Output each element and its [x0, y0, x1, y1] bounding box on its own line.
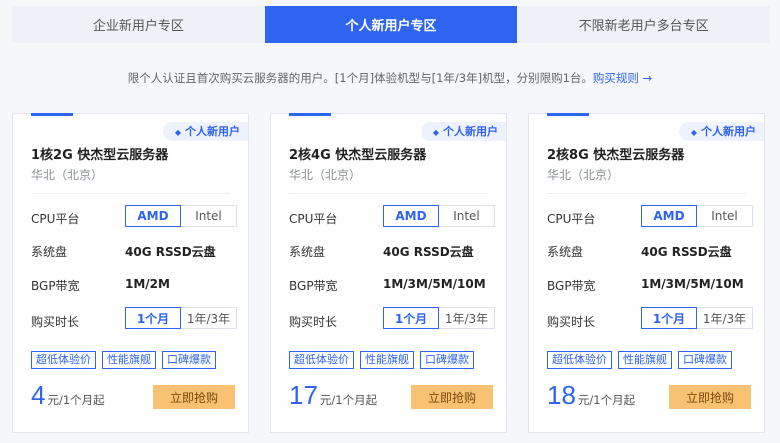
term-option-group: 1个月 1年/3年 [383, 307, 495, 329]
cpu-option-intel[interactable]: Intel [181, 205, 237, 227]
badge-label: 个人新用户 [701, 125, 756, 138]
price-unit: 元/1个月起 [47, 393, 105, 407]
disk-label: 系统盘 [31, 245, 68, 259]
price-unit: 元/1个月起 [319, 393, 378, 407]
term-option-1-month[interactable]: 1个月 [383, 307, 439, 329]
badge-dot-icon: ◆ [690, 128, 697, 137]
cpu-option-intel[interactable]: Intel [697, 205, 753, 227]
product-region: 华北（北京） [289, 168, 362, 182]
disk-value: 40G RSSD云盘 [125, 245, 216, 259]
disk-label: 系统盘 [289, 245, 326, 259]
disk-label: 系统盘 [547, 245, 584, 259]
bandwidth-value: 1M/3M/5M/10M [383, 277, 486, 291]
feature-tags: 超低体验价 性能旗舰 口碑爆款 [31, 351, 216, 369]
product-card: ◆ 个人新用户 2核4G 快杰型云服务器 华北（北京） CPU平台 AMD Int… [270, 113, 507, 433]
product-card: ◆ 个人新用户 1核2G 快杰型云服务器 华北（北京） CPU平台 AMD Int… [12, 113, 249, 433]
purchase-rules-link[interactable]: 购买规则 → [593, 71, 652, 85]
term-option-1-month[interactable]: 1个月 [125, 307, 181, 329]
badge-dot-icon: ◆ [174, 128, 181, 137]
tag-performance: 性能旗舰 [102, 351, 156, 369]
card-accent-bar [289, 113, 331, 116]
product-title: 2核8G 快杰型云服务器 [547, 148, 685, 163]
tag-popular: 口碑爆款 [678, 351, 732, 369]
price-number: 17 [289, 380, 318, 410]
card-divider [289, 193, 488, 194]
disk-value: 40G RSSD云盘 [641, 245, 732, 259]
new-user-badge: ◆ 个人新用户 [162, 122, 248, 141]
term-label: 购买时长 [31, 315, 80, 329]
price-number: 4 [31, 380, 46, 410]
tag-performance: 性能旗舰 [360, 351, 414, 369]
cpu-label: CPU平台 [289, 212, 338, 226]
product-title: 1核2G 快杰型云服务器 [31, 148, 169, 163]
tag-low-price: 超低体验价 [547, 351, 612, 369]
new-user-badge: ◆ 个人新用户 [420, 122, 506, 141]
bandwidth-label: BGP带宽 [547, 279, 596, 293]
term-option-1-3-year[interactable]: 1年/3年 [181, 307, 237, 329]
cpu-option-group: AMD Intel [641, 205, 753, 227]
product-card: ◆ 个人新用户 2核8G 快杰型云服务器 华北（北京） CPU平台 AMD Int… [528, 113, 765, 433]
new-user-badge: ◆ 个人新用户 [678, 122, 764, 141]
price-number: 18 [547, 380, 576, 410]
buy-now-button[interactable]: 立即抢购 [669, 385, 751, 409]
card-divider [31, 193, 230, 194]
disk-value: 40G RSSD云盘 [383, 245, 474, 259]
buy-now-button[interactable]: 立即抢购 [153, 385, 235, 409]
cpu-option-amd[interactable]: AMD [125, 205, 181, 227]
bandwidth-value: 1M/2M [125, 277, 170, 291]
buy-now-button[interactable]: 立即抢购 [411, 385, 493, 409]
product-region: 华北（北京） [547, 168, 620, 182]
tab-unlimited-multi[interactable]: 不限新老用户多台专区 [517, 6, 770, 43]
tag-performance: 性能旗舰 [618, 351, 672, 369]
tag-low-price: 超低体验价 [289, 351, 354, 369]
term-label: 购买时长 [289, 315, 338, 329]
feature-tags: 超低体验价 性能旗舰 口碑爆款 [289, 351, 474, 369]
badge-label: 个人新用户 [443, 125, 498, 138]
feature-tags: 超低体验价 性能旗舰 口碑爆款 [547, 351, 732, 369]
cpu-option-group: AMD Intel [125, 205, 237, 227]
term-option-1-3-year[interactable]: 1年/3年 [439, 307, 495, 329]
product-title: 2核4G 快杰型云服务器 [289, 148, 427, 163]
product-region: 华北（北京） [31, 168, 104, 182]
card-accent-bar [31, 113, 73, 116]
tag-popular: 口碑爆款 [162, 351, 216, 369]
price: 4 元/1个月起 [31, 380, 105, 411]
tag-low-price: 超低体验价 [31, 351, 96, 369]
badge-dot-icon: ◆ [432, 128, 439, 137]
cpu-option-intel[interactable]: Intel [439, 205, 495, 227]
badge-label: 个人新用户 [185, 125, 240, 138]
bandwidth-value: 1M/3M/5M/10M [641, 277, 744, 291]
bandwidth-label: BGP带宽 [31, 279, 80, 293]
cpu-option-group: AMD Intel [383, 205, 495, 227]
tab-enterprise-new-user[interactable]: 企业新用户专区 [12, 6, 265, 43]
bandwidth-label: BGP带宽 [289, 279, 338, 293]
term-option-1-3-year[interactable]: 1年/3年 [697, 307, 753, 329]
notice-text: 限个人认证且首次购买云服务器的用户。[1个月]体验机型与[1年/3年]机型，分别… [127, 71, 593, 85]
tab-personal-new-user[interactable]: 个人新用户专区 [264, 6, 518, 43]
price: 17 元/1个月起 [289, 380, 377, 411]
card-accent-bar [547, 113, 589, 116]
price: 18 元/1个月起 [547, 380, 635, 411]
term-option-1-month[interactable]: 1个月 [641, 307, 697, 329]
tag-popular: 口碑爆款 [420, 351, 474, 369]
term-option-group: 1个月 1年/3年 [125, 307, 237, 329]
cpu-label: CPU平台 [31, 212, 80, 226]
purchase-notice: 限个人认证且首次购买云服务器的用户。[1个月]体验机型与[1年/3年]机型，分别… [0, 70, 780, 86]
cpu-option-amd[interactable]: AMD [641, 205, 697, 227]
price-unit: 元/1个月起 [577, 393, 636, 407]
cpu-option-amd[interactable]: AMD [383, 205, 439, 227]
zone-tabs: 企业新用户专区 个人新用户专区 不限新老用户多台专区 [12, 6, 770, 43]
term-label: 购买时长 [547, 315, 596, 329]
card-divider [547, 193, 746, 194]
cpu-label: CPU平台 [547, 212, 596, 226]
term-option-group: 1个月 1年/3年 [641, 307, 753, 329]
